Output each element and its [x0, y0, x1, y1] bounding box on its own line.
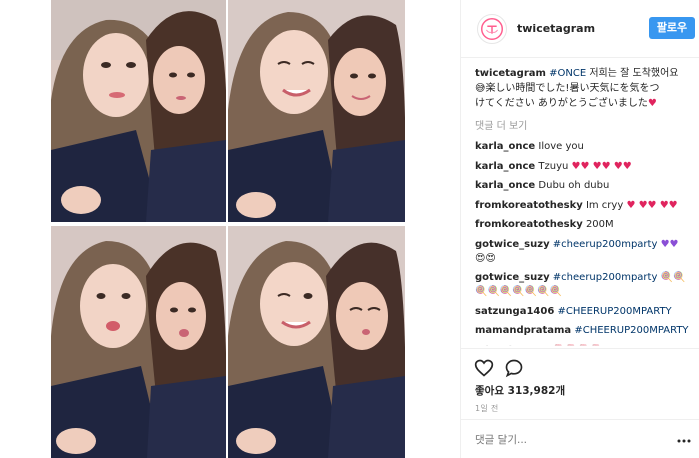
sweat-smile-emoji-icon: 😅: [475, 83, 486, 94]
caption-username[interactable]: twicetagram: [475, 68, 546, 79]
heart-emoji-icon: ♥ ♥♥ ♥♥: [626, 199, 678, 211]
caption-text-1: 저희는 잘 도착했어요: [586, 68, 679, 79]
add-comment-input[interactable]: [475, 430, 665, 450]
photo-tile-3: [51, 226, 226, 458]
heart-outline-icon[interactable]: [474, 358, 494, 378]
post-side-panel: twicetagram 팔로우 twicetagram #ONCE 저희는 잘 …: [460, 0, 699, 458]
comment-item: karla_once Ilove you: [475, 140, 697, 154]
post-actions: 좋아요 313,982개 1일 전: [461, 348, 699, 458]
comment-hashtag[interactable]: #CHEERUP200MPARTY: [557, 306, 671, 317]
smiling-emoji-icon: 😍😍: [475, 252, 496, 264]
comment-username[interactable]: gotwice_suzy: [475, 272, 550, 283]
comment-item: karla_once Tzuyu ♥♥ ♥♥ ♥♥: [475, 160, 697, 174]
comment-text: Ilove you: [538, 141, 584, 152]
load-more-comments[interactable]: 댓글 더 보기: [475, 117, 697, 132]
likes-label: 좋아요: [475, 385, 504, 397]
comment-text: Dubu oh dubu: [538, 180, 610, 191]
caption-text-2: 楽しい時間でした!暑い天気にを気をつ: [485, 83, 660, 94]
caption-text-3: けてください ありがとうございました: [475, 98, 648, 109]
post-username[interactable]: twicetagram: [517, 22, 595, 35]
photo-tile-2: [228, 0, 405, 222]
comment-text: Im cryy: [585, 199, 624, 211]
comment-bubble-icon[interactable]: [504, 358, 524, 378]
comments-fade: [475, 338, 697, 348]
comment-text: 200M: [585, 219, 614, 230]
caption-hashtag[interactable]: #ONCE: [549, 68, 586, 79]
add-comment-bar: [461, 419, 699, 458]
lollipop-emoji-icon: 🍭🍭: [660, 272, 686, 283]
avatar[interactable]: [477, 14, 507, 44]
purple-heart-emoji-icon: ♥♥: [660, 238, 679, 250]
comment-username[interactable]: karla_once: [475, 180, 535, 191]
post-header: twicetagram 팔로우: [461, 0, 699, 58]
comment-username[interactable]: karla_once: [475, 161, 535, 172]
likes-count[interactable]: 좋아요 313,982개: [475, 383, 565, 398]
comment-item: mamandpratama #CHEERUP200MPARTY: [475, 324, 697, 338]
heart-emoji-icon: ♥♥ ♥♥ ♥♥: [571, 160, 632, 172]
comment-item: fromkoreatothesky Im cryy ♥ ♥♥ ♥♥: [475, 199, 697, 213]
twice-logo-icon: [479, 16, 505, 42]
comment-hashtag[interactable]: #cheerup200mparty: [553, 239, 658, 250]
post-caption: twicetagram #ONCE 저희는 잘 도착했어요 😅楽しい時間でした!…: [475, 66, 697, 111]
comment-item: fromkoreatothesky 200M: [475, 218, 697, 232]
comment-item: karla_once Dubu oh dubu: [475, 179, 697, 193]
comments-list: twicetagram #ONCE 저희는 잘 도착했어요 😅楽しい時間でした!…: [475, 66, 697, 346]
comment-hashtag[interactable]: #cheerup200mparty: [553, 272, 658, 283]
photo-tile-4: [228, 226, 405, 458]
comment-username[interactable]: karla_once: [475, 141, 535, 152]
follow-button[interactable]: 팔로우: [649, 17, 695, 39]
left-margin: [0, 0, 51, 458]
comment-username[interactable]: fromkoreatothesky: [475, 200, 583, 211]
post-time[interactable]: 1일 전: [475, 403, 499, 414]
comment-username[interactable]: mamandpratama: [475, 325, 571, 336]
comment-username[interactable]: gotwice_suzy: [475, 239, 550, 250]
comment-item: gotwice_suzy #cheerup200mparty ♥♥ 😍😍: [475, 238, 697, 266]
photo-tile-1: [51, 0, 226, 222]
lollipop-emoji-icon: 🍭🍭🍭🍭🍭🍭🍭: [475, 286, 563, 297]
comment-hashtag[interactable]: #CHEERUP200MPARTY: [574, 325, 688, 336]
comment-username[interactable]: satzunga1406: [475, 306, 554, 317]
red-heart-emoji-icon: ♥: [647, 98, 657, 109]
comment-text: Tzuyu: [538, 160, 569, 172]
comment-username[interactable]: fromkoreatothesky: [475, 219, 583, 230]
gap-area: [405, 0, 460, 458]
likes-number: 313,982개: [507, 385, 566, 397]
post-photo[interactable]: [51, 0, 405, 458]
more-dots-icon[interactable]: [677, 434, 691, 448]
comment-item: gotwice_suzy #cheerup200mparty 🍭🍭 🍭🍭🍭🍭🍭🍭…: [475, 271, 697, 299]
comment-item: satzunga1406 #CHEERUP200MPARTY: [475, 305, 697, 319]
